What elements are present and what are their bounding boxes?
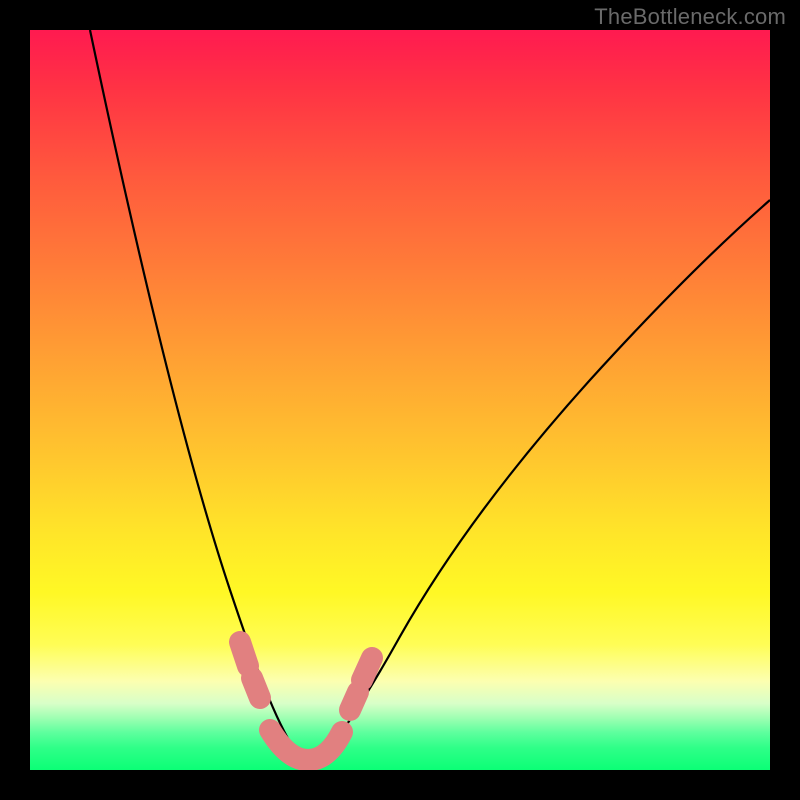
- cluster-bottom: [270, 730, 342, 760]
- bottleneck-curve-svg: [30, 30, 770, 770]
- cluster-right-upper: [362, 658, 372, 680]
- watermark-text: TheBottleneck.com: [594, 4, 786, 29]
- bottleneck-curve: [90, 30, 770, 761]
- cluster-left-lower: [252, 678, 260, 698]
- cluster-right-lower: [350, 692, 358, 710]
- cluster-left-upper: [240, 642, 248, 666]
- watermark: TheBottleneck.com: [594, 4, 786, 30]
- chart-frame: [30, 30, 770, 770]
